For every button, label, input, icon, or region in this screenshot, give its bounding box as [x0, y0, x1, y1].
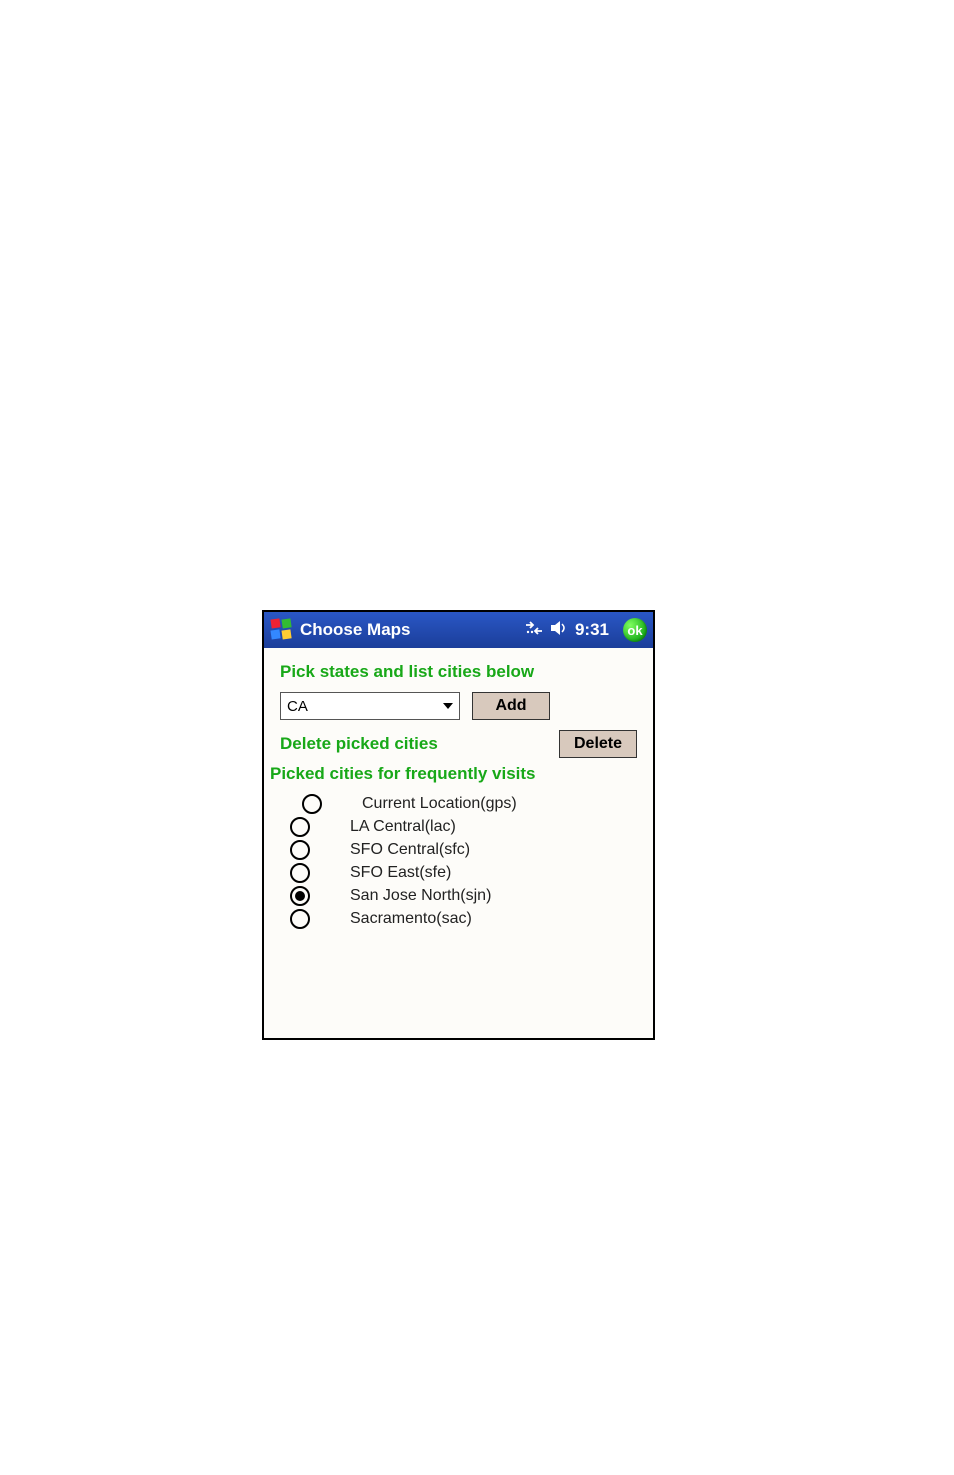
city-item-gps[interactable]: Current Location(gps)	[280, 794, 637, 814]
radio-icon[interactable]	[290, 817, 310, 837]
delete-button[interactable]: Delete	[559, 730, 637, 758]
start-icon[interactable]	[268, 616, 296, 644]
radio-icon[interactable]	[290, 886, 310, 906]
state-add-row: CA Add	[280, 692, 637, 720]
delete-heading: Delete picked cities	[280, 734, 438, 754]
radio-dot-icon	[295, 891, 305, 901]
chevron-down-icon	[443, 703, 453, 709]
radio-icon[interactable]	[302, 794, 322, 814]
city-label: SFO Central(sfc)	[350, 841, 470, 859]
city-item-sfe[interactable]: SFO East(sfe)	[280, 863, 637, 883]
city-item-sjn[interactable]: San Jose North(sjn)	[280, 886, 637, 906]
city-item-sfc[interactable]: SFO Central(sfc)	[280, 840, 637, 860]
pick-heading: Pick states and list cities below	[280, 662, 637, 682]
window-title: Choose Maps	[300, 620, 411, 640]
picked-heading: Picked cities for frequently visits	[270, 764, 637, 784]
city-label: San Jose North(sjn)	[350, 887, 491, 905]
radio-icon[interactable]	[290, 909, 310, 929]
city-label: Sacramento(sac)	[350, 910, 472, 928]
city-item-lac[interactable]: LA Central(lac)	[280, 817, 637, 837]
status-icons: 9:31 ok	[525, 618, 647, 642]
radio-icon[interactable]	[290, 863, 310, 883]
add-button[interactable]: Add	[472, 692, 550, 720]
radio-icon[interactable]	[290, 840, 310, 860]
title-bar: Choose Maps 9:31 ok	[264, 612, 653, 648]
city-label: LA Central(lac)	[350, 818, 456, 836]
city-list: Current Location(gps) LA Central(lac) SF…	[280, 794, 637, 929]
state-select-value: CA	[287, 698, 308, 715]
city-item-sac[interactable]: Sacramento(sac)	[280, 909, 637, 929]
delete-row: Delete picked cities Delete	[280, 730, 637, 758]
state-select[interactable]: CA	[280, 692, 460, 720]
volume-icon[interactable]	[549, 620, 567, 641]
city-label: SFO East(sfe)	[350, 864, 451, 882]
city-label: Current Location(gps)	[362, 795, 517, 813]
ok-button[interactable]: ok	[623, 618, 647, 642]
connectivity-icon[interactable]	[525, 621, 543, 640]
choose-maps-window: Choose Maps 9:31 ok Pick states	[262, 610, 655, 1040]
clock: 9:31	[575, 620, 609, 640]
content-area: Pick states and list cities below CA Add…	[264, 648, 653, 1038]
